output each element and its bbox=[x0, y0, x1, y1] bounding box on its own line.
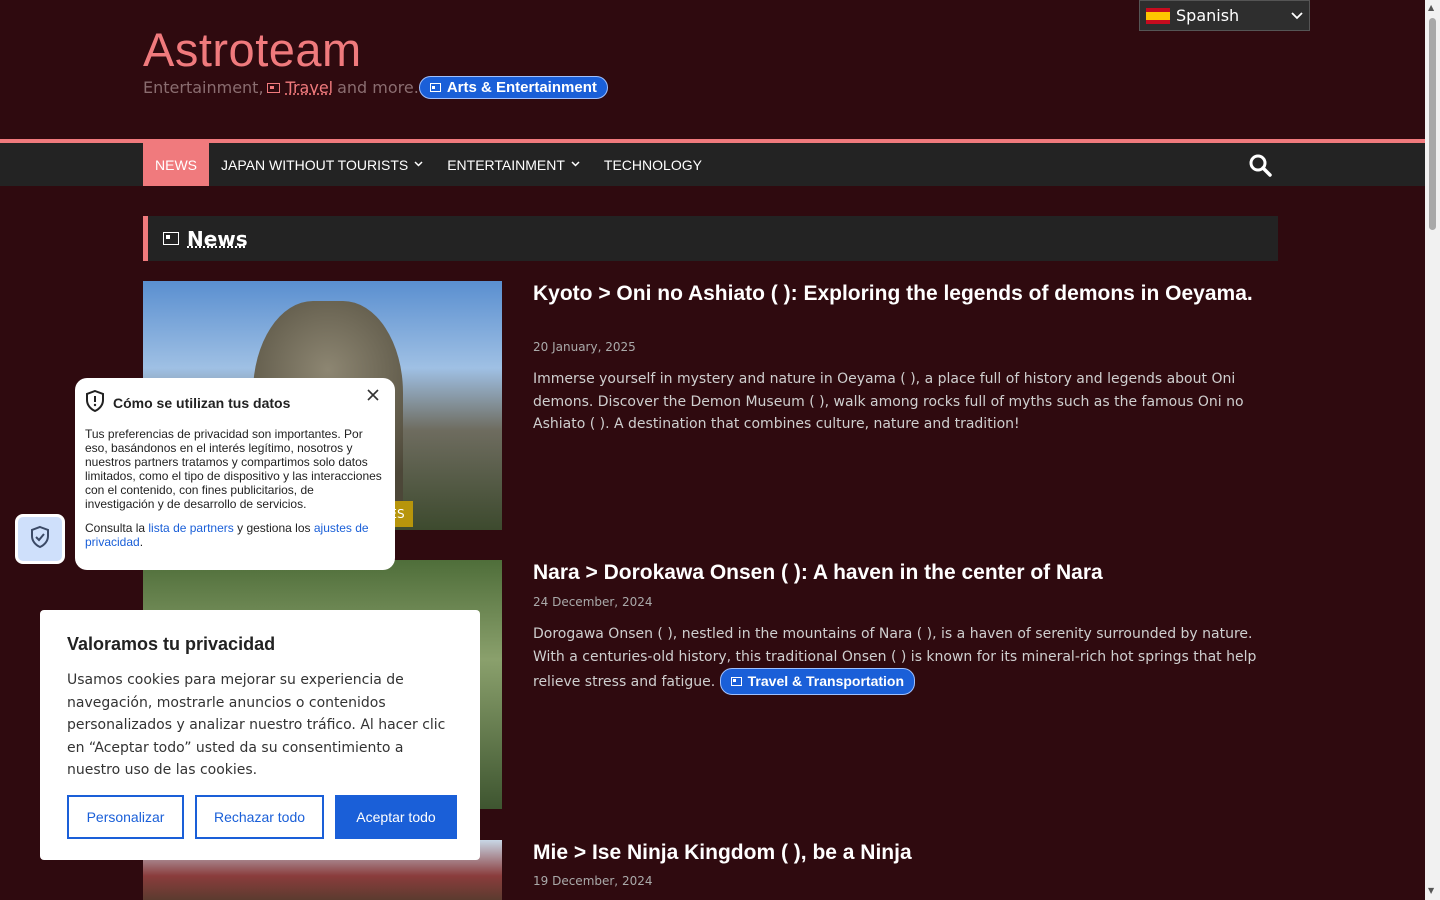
shield-icon bbox=[85, 389, 105, 415]
spain-flag-icon bbox=[1146, 7, 1170, 24]
cookie-text: Usamos cookies para mejorar su experienc… bbox=[67, 672, 446, 778]
language-label: Spanish bbox=[1176, 6, 1240, 25]
newspaper-icon bbox=[730, 676, 742, 686]
chevron-down-icon bbox=[571, 159, 580, 170]
newspaper-icon bbox=[163, 232, 179, 245]
section-header: News bbox=[143, 216, 1278, 261]
scrollbar-thumb[interactable] bbox=[1429, 18, 1436, 230]
privacy-shield-button[interactable] bbox=[15, 514, 65, 564]
footer-text: . bbox=[139, 535, 144, 549]
partners-link[interactable]: lista de partners bbox=[148, 521, 233, 535]
post-excerpt: Immerse yourself in mystery and nature i… bbox=[533, 371, 1244, 432]
newspaper-icon bbox=[429, 83, 441, 92]
post-excerpt: Dorogawa Onsen ( ), nestled in the mount… bbox=[533, 623, 1283, 695]
tagline-travel-link[interactable]: Travel bbox=[286, 78, 334, 97]
nav-label: ENTERTAINMENT bbox=[447, 156, 565, 173]
cookie-title: Valoramos tu privacidad bbox=[67, 634, 276, 654]
post-title[interactable]: Kyoto > Oni no Ashiato ( ): Exploring th… bbox=[533, 281, 1278, 306]
nav-item-news[interactable]: NEWS bbox=[143, 143, 209, 186]
close-icon[interactable] bbox=[367, 388, 379, 406]
scroll-down-icon[interactable]: ▼ bbox=[1428, 886, 1434, 895]
data-usage-popup: Cómo se utilizan tus datos Tus preferenc… bbox=[75, 378, 395, 570]
section-title[interactable]: News bbox=[187, 227, 248, 251]
nav-item-japan-without-tourists[interactable]: JAPAN WITHOUT TOURISTS bbox=[209, 143, 435, 186]
newspaper-icon bbox=[266, 82, 280, 93]
shield-check-icon bbox=[29, 525, 51, 553]
cookie-buttons: Personalizar Rechazar todo Aceptar todo bbox=[67, 795, 457, 839]
pill-label: Arts & Entertainment bbox=[446, 79, 597, 96]
travel-transportation-pill[interactable]: Travel & Transportation bbox=[719, 668, 916, 695]
language-select[interactable]: Spanish bbox=[1139, 0, 1310, 31]
post-title[interactable]: Mie > Ise Ninja Kingdom ( ), be a Ninja bbox=[533, 840, 1278, 865]
tagline-suffix: and more. bbox=[337, 78, 419, 97]
chevron-down-icon bbox=[414, 159, 423, 170]
site-title[interactable]: Astroteam bbox=[143, 22, 362, 77]
nav-item-technology[interactable]: TECHNOLOGY bbox=[592, 143, 714, 186]
nav-items: NEWS JAPAN WITHOUT TOURISTS ENTERTAINMEN… bbox=[143, 143, 714, 186]
popup-footer: Consulta la lista de partners y gestiona… bbox=[85, 521, 385, 549]
nav-item-entertainment[interactable]: ENTERTAINMENT bbox=[435, 143, 592, 186]
post-date: 19 December, 2024 bbox=[533, 874, 653, 888]
page-scrollbar[interactable]: ▲ ▼ bbox=[1425, 0, 1440, 900]
post-date: 24 December, 2024 bbox=[533, 595, 653, 609]
chevron-down-icon bbox=[1291, 9, 1303, 23]
nav-label: TECHNOLOGY bbox=[603, 156, 702, 173]
main-nav: NEWS JAPAN WITHOUT TOURISTS ENTERTAINMEN… bbox=[0, 139, 1425, 186]
search-icon[interactable] bbox=[1248, 153, 1272, 177]
reject-all-button[interactable]: Rechazar todo bbox=[195, 795, 324, 839]
footer-text: y gestiona los bbox=[237, 521, 311, 535]
cookie-consent-banner: Valoramos tu privacidad Usamos cookies p… bbox=[40, 610, 480, 860]
customize-button[interactable]: Personalizar bbox=[67, 795, 184, 839]
tagline-prefix: Entertainment, bbox=[143, 78, 264, 97]
nav-label: NEWS bbox=[155, 156, 197, 173]
post-title[interactable]: Nara > Dorokawa Onsen ( ): A haven in th… bbox=[533, 560, 1278, 585]
post-date: 20 January, 2025 bbox=[533, 340, 636, 354]
scroll-up-icon[interactable]: ▲ bbox=[1428, 3, 1434, 12]
popup-title: Cómo se utilizan tus datos bbox=[113, 394, 291, 411]
arts-entertainment-pill[interactable]: Arts & Entertainment bbox=[418, 76, 608, 99]
accept-all-button[interactable]: Aceptar todo bbox=[335, 795, 457, 839]
popup-body: Tus preferencias de privacidad son impor… bbox=[85, 427, 382, 511]
site-tagline: Entertainment, Travel and more. Arts & E… bbox=[143, 76, 608, 99]
popup-header: Cómo se utilizan tus datos bbox=[85, 389, 385, 415]
footer-text: Consulta la bbox=[85, 521, 146, 535]
nav-label: JAPAN WITHOUT TOURISTS bbox=[221, 156, 409, 173]
pill-label: Travel & Transportation bbox=[747, 673, 905, 689]
